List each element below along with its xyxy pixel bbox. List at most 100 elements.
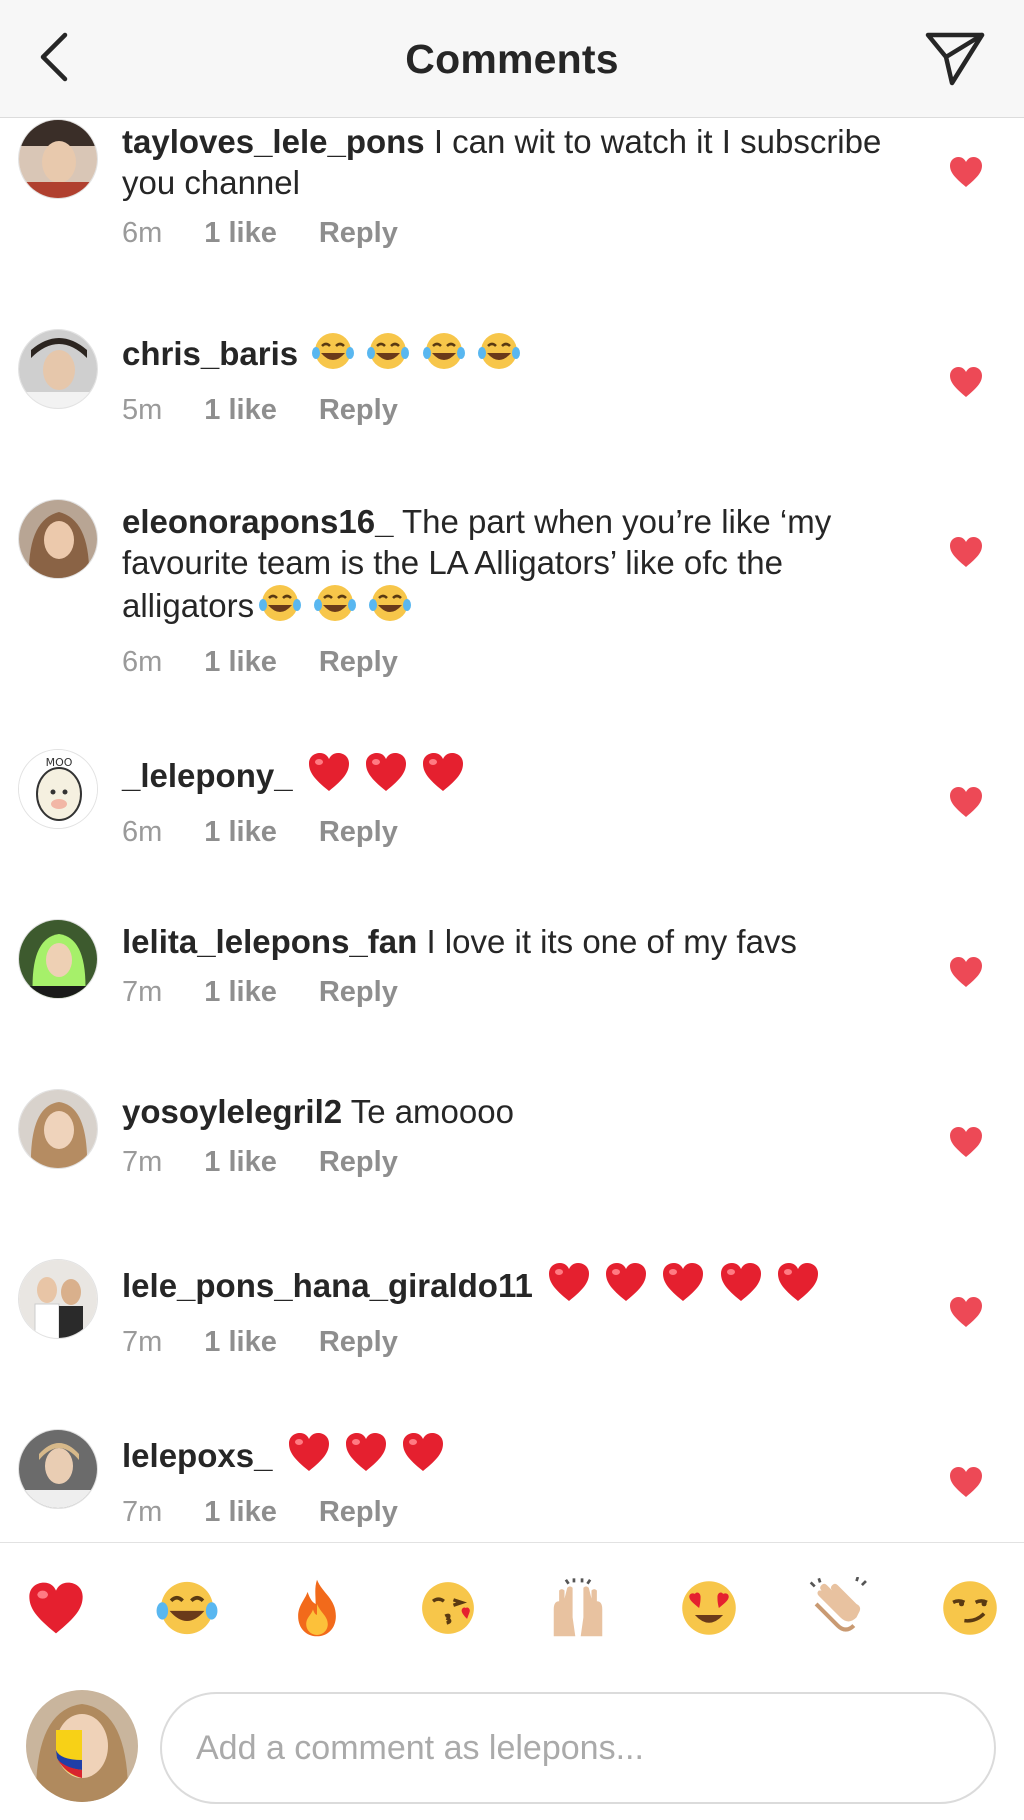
emoji-button-tears-of-joy[interactable] <box>155 1576 219 1640</box>
comment-message: I love it its one of my favs <box>426 923 797 960</box>
tears-of-joy-emoji <box>422 333 465 369</box>
heart-icon[interactable] <box>948 955 984 989</box>
comment-body: lelepoxs_ 7m 1 like Reply <box>122 1431 882 1529</box>
reply-button[interactable]: Reply <box>319 394 398 427</box>
reply-button[interactable]: Reply <box>319 976 398 1009</box>
emoji-button-clapping[interactable] <box>807 1576 871 1640</box>
comment-body: yosoylelegril2 Te amoooo 7m 1 like Reply <box>122 1091 882 1179</box>
clapping-hands-emoji <box>810 1576 868 1632</box>
page-title: Comments <box>405 36 619 82</box>
reply-button[interactable]: Reply <box>319 217 398 250</box>
comment-text: lelepoxs_ <box>122 1431 882 1482</box>
comment-username[interactable]: tayloves_lele_pons <box>122 123 425 160</box>
avatar[interactable] <box>18 329 98 409</box>
emoji-button-smirk[interactable] <box>938 1576 1002 1640</box>
avatar[interactable] <box>18 1089 98 1169</box>
comment-item: tayloves_lele_pons I can wit to watch it… <box>0 119 1024 309</box>
red-heart-emoji <box>777 1263 818 1301</box>
comment-meta: 7m 1 like Reply <box>122 1496 882 1529</box>
comment-text: tayloves_lele_pons I can wit to watch it… <box>122 121 882 203</box>
comment-item: lelita_lelepons_fan I love it its one of… <box>0 919 1024 1069</box>
comment-likes[interactable]: 1 like <box>204 816 277 849</box>
comment-time: 7m <box>122 1146 163 1178</box>
avatar[interactable]: MOO <box>18 749 98 829</box>
red-heart-emoji <box>402 1433 443 1471</box>
heart-icon[interactable] <box>948 155 984 189</box>
comment-likes[interactable]: 1 like <box>204 217 277 250</box>
face-blowing-kiss-emoji <box>421 1581 474 1634</box>
tears-of-joy-emoji <box>477 333 520 369</box>
tears-of-joy-emoji <box>369 585 412 621</box>
comment-likes[interactable]: 1 like <box>204 646 277 679</box>
comment-text: _lelepony_ <box>122 751 882 802</box>
heart-icon[interactable] <box>948 1295 984 1329</box>
emoji-button-raising-hands[interactable] <box>546 1576 610 1640</box>
comment-likes[interactable]: 1 like <box>204 1146 277 1179</box>
red-heart-emoji <box>308 753 349 791</box>
avatar[interactable] <box>18 919 98 999</box>
comment-likes[interactable]: 1 like <box>204 394 277 427</box>
avatar[interactable] <box>18 119 98 199</box>
comment-emojis <box>311 331 523 380</box>
reply-button[interactable]: Reply <box>319 1326 398 1359</box>
heart-icon[interactable] <box>948 365 984 399</box>
heart-icon[interactable] <box>948 535 984 569</box>
avatar[interactable] <box>18 499 98 579</box>
tears-of-joy-emoji <box>156 1581 218 1634</box>
comment-message: Te amoooo <box>350 1093 514 1130</box>
emoji-button-kiss[interactable] <box>416 1576 480 1640</box>
reply-button[interactable]: Reply <box>319 816 398 849</box>
emoji-quick-bar <box>0 1542 1024 1672</box>
tears-of-joy-emoji <box>367 333 410 369</box>
raising-hands-emoji <box>553 1577 603 1636</box>
heart-icon[interactable] <box>948 1125 984 1159</box>
heart-icon[interactable] <box>948 785 984 819</box>
paper-plane-icon <box>925 32 985 86</box>
avatar[interactable] <box>18 1429 98 1509</box>
comment-item: yosoylelegril2 Te amoooo 7m 1 like Reply <box>0 1089 1024 1239</box>
reply-button[interactable]: Reply <box>319 1496 398 1529</box>
comment-item: chris_baris 5m 1 like Reply <box>0 329 1024 479</box>
comment-username[interactable]: chris_baris <box>122 335 298 372</box>
svg-text:MOO: MOO <box>46 756 73 769</box>
comment-input[interactable] <box>160 1692 996 1804</box>
heart-icon[interactable] <box>948 1465 984 1499</box>
reply-button[interactable]: Reply <box>319 646 398 679</box>
comment-likes[interactable]: 1 like <box>204 1496 277 1529</box>
smirking-face-emoji <box>943 1580 997 1635</box>
share-button[interactable] <box>920 24 990 94</box>
comment-meta: 6m 1 like Reply <box>122 816 882 849</box>
red-heart-emoji <box>365 753 406 791</box>
comment-text: eleonorapons16_ The part when you’re lik… <box>122 501 882 632</box>
emoji-button-heart[interactable] <box>24 1576 88 1640</box>
avatar[interactable] <box>18 1259 98 1339</box>
comment-time: 7m <box>122 1326 163 1358</box>
comment-time: 6m <box>122 217 163 249</box>
emoji-button-heart-eyes[interactable] <box>677 1576 741 1640</box>
comment-time: 7m <box>122 1496 163 1528</box>
comment-item: eleonorapons16_ The part when you’re lik… <box>0 499 1024 729</box>
comment-likes[interactable]: 1 like <box>204 976 277 1009</box>
comment-username[interactable]: lelepoxs_ <box>122 1437 272 1474</box>
reply-button[interactable]: Reply <box>319 1146 398 1179</box>
comment-likes[interactable]: 1 like <box>204 1326 277 1359</box>
comment-text: lelita_lelepons_fan I love it its one of… <box>122 921 882 962</box>
comment-username[interactable]: eleonorapons16_ <box>122 503 393 540</box>
comment-item: MOO _lelepony_ 6m 1 like Reply <box>0 749 1024 899</box>
comment-username[interactable]: _lelepony_ <box>122 757 293 794</box>
header-bar: Comments <box>0 0 1024 118</box>
emoji-button-fire[interactable] <box>285 1576 349 1640</box>
red-heart-emoji <box>549 1263 590 1301</box>
comment-emojis <box>286 1431 448 1482</box>
comment-username[interactable]: lele_pons_hana_giraldo11 <box>122 1267 533 1304</box>
comment-item: lele_pons_hana_giraldo11 7m 1 like Reply <box>0 1259 1024 1409</box>
red-heart-emoji <box>663 1263 704 1301</box>
comment-meta: 7m 1 like Reply <box>122 1326 882 1359</box>
comment-username[interactable]: yosoylelegril2 <box>122 1093 342 1130</box>
comments-list[interactable]: tayloves_lele_pons I can wit to watch it… <box>0 119 1024 1542</box>
red-heart-emoji <box>345 1433 386 1471</box>
current-user-avatar <box>26 1690 138 1802</box>
comment-username[interactable]: lelita_lelepons_fan <box>122 923 417 960</box>
tears-of-joy-emoji <box>314 585 357 621</box>
tears-of-joy-emoji <box>312 333 355 369</box>
